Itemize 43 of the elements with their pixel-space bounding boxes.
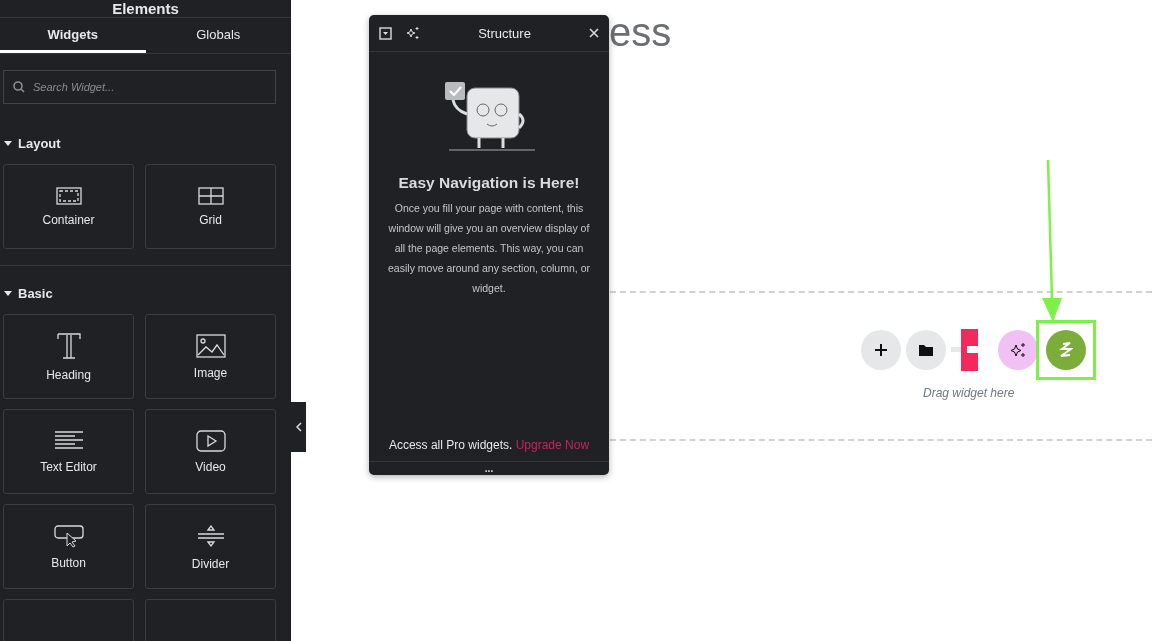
add-button[interactable] — [861, 330, 901, 370]
widget-card[interactable]: Heading — [3, 314, 134, 399]
collapse-button[interactable] — [291, 402, 306, 452]
close-button[interactable] — [589, 28, 599, 38]
more-button[interactable]: ... — [369, 461, 609, 475]
search-field[interactable]: Search Widget... — [3, 70, 276, 104]
widget-card[interactable]: Video — [145, 409, 276, 494]
panel-title: Structure — [477, 25, 532, 41]
text-lines-icon — [53, 429, 84, 452]
sparkle-icon — [1010, 342, 1026, 358]
caret-icon — [4, 289, 12, 297]
search-icon — [13, 81, 25, 93]
play-icon — [195, 429, 226, 452]
widget-card[interactable]: Container — [3, 164, 134, 249]
letter-t-icon — [55, 331, 82, 360]
footer-text: Access all Pro widgets. — [388, 438, 513, 452]
sparkle-button[interactable] — [998, 330, 1038, 370]
bolt-icon — [1059, 342, 1073, 358]
widget-card[interactable]: Grid — [145, 164, 276, 249]
widget-card[interactable]: Divider — [145, 504, 276, 589]
drop-hint: Drag widget here — [923, 386, 1015, 400]
panel-title: Elements — [0, 0, 291, 18]
widget-card[interactable]: Image — [145, 314, 276, 399]
folder-icon — [919, 344, 933, 356]
tab[interactable]: Globals — [145, 18, 291, 53]
dropdown-button[interactable] — [379, 26, 392, 40]
tab[interactable]: Widgets — [0, 18, 146, 53]
widget-card[interactable]: Button — [3, 504, 134, 589]
section-header[interactable]: Layout — [0, 130, 291, 156]
panel-heading: Easy Navigation is Here! — [398, 174, 580, 192]
widget-card[interactable]: Text Editor — [3, 409, 134, 494]
chevron-left-icon — [295, 422, 302, 432]
section-header[interactable]: Basic — [0, 280, 291, 306]
caret-icon — [4, 139, 12, 147]
panel-description: Once you fill your page with content, this window will give you an overview display of all the page elements. This way, you can easily move around any section, column, or widget. — [387, 201, 591, 296]
button-pointer-icon — [53, 523, 84, 548]
sparkle-button[interactable] — [406, 26, 420, 40]
image-icon — [195, 333, 226, 358]
page-heading: ess — [609, 10, 672, 55]
grid-icon — [197, 186, 224, 205]
container-icon — [55, 186, 82, 205]
folder-button[interactable] — [906, 330, 946, 370]
plus-icon — [874, 343, 888, 357]
